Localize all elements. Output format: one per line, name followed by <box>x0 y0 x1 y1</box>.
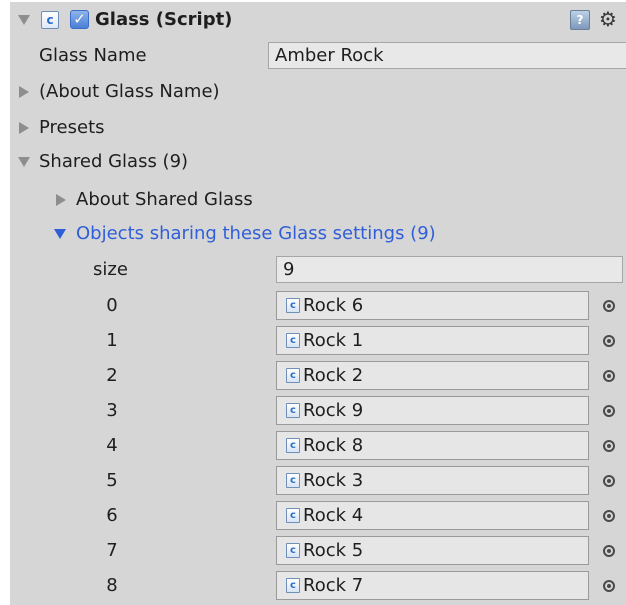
objects-sharing-label: Objects sharing these Glass settings (9) <box>76 223 436 244</box>
array-item-index: 2 <box>106 365 118 386</box>
object-picker-icon[interactable] <box>603 475 615 487</box>
about-shared-glass-label: About Shared Glass <box>76 189 253 210</box>
object-picker-icon[interactable] <box>603 300 615 312</box>
object-field-value: Rock 9 <box>303 400 364 421</box>
object-field-value: Rock 5 <box>303 540 364 561</box>
glass-name-row: Glass Name Amber Rock <box>10 38 626 73</box>
array-size-row: size 9 <box>10 252 626 287</box>
object-picker-icon[interactable] <box>603 580 615 592</box>
script-icon: c <box>286 543 300 558</box>
script-icon: c <box>286 333 300 348</box>
script-icon: c <box>41 11 59 29</box>
object-field[interactable]: c Rock 3 <box>276 466 589 495</box>
object-field[interactable]: c Rock 2 <box>276 361 589 390</box>
glass-name-field[interactable]: Amber Rock <box>268 42 626 69</box>
array-item-index: 6 <box>106 505 118 526</box>
object-field-value: Rock 1 <box>303 330 364 351</box>
object-field-value: Rock 7 <box>303 575 364 596</box>
about-shared-glass-foldout[interactable]: About Shared Glass <box>10 182 626 217</box>
array-size-label: size <box>93 259 128 280</box>
object-picker-icon[interactable] <box>603 440 615 452</box>
object-field[interactable]: c Rock 8 <box>276 431 589 460</box>
foldout-down-icon[interactable] <box>18 15 30 25</box>
object-field[interactable]: c Rock 7 <box>276 571 589 600</box>
object-picker-icon[interactable] <box>603 510 615 522</box>
object-field-value: Rock 3 <box>303 470 364 491</box>
foldout-right-icon[interactable] <box>56 194 66 206</box>
shared-glass-label: Shared Glass (9) <box>39 151 189 172</box>
script-icon: c <box>286 438 300 453</box>
array-item-row: 2 c Rock 2 <box>10 358 626 393</box>
object-picker-icon[interactable] <box>603 370 615 382</box>
object-field-value: Rock 8 <box>303 435 364 456</box>
shared-glass-foldout[interactable]: Shared Glass (9) <box>10 144 626 179</box>
array-item-index: 7 <box>106 540 118 561</box>
array-item-index: 0 <box>106 295 118 316</box>
array-item-row: 7 c Rock 5 <box>10 533 626 568</box>
array-item-index: 4 <box>106 435 118 456</box>
object-field[interactable]: c Rock 9 <box>276 396 589 425</box>
array-item-index: 1 <box>106 330 118 351</box>
object-picker-icon[interactable] <box>603 545 615 557</box>
foldout-down-icon[interactable] <box>18 157 30 167</box>
presets-foldout[interactable]: Presets <box>10 110 626 145</box>
object-field[interactable]: c Rock 6 <box>276 291 589 320</box>
help-icon[interactable]: ? <box>570 10 590 30</box>
object-field[interactable]: c Rock 5 <box>276 536 589 565</box>
array-item-row: 5 c Rock 3 <box>10 463 626 498</box>
enabled-checkbox[interactable]: ✓ <box>70 10 89 29</box>
script-icon: c <box>286 473 300 488</box>
component-header[interactable]: c ✓ Glass (Script) ? ⚙ <box>10 2 626 37</box>
object-field-value: Rock 2 <box>303 365 364 386</box>
array-item-index: 5 <box>106 470 118 491</box>
presets-label: Presets <box>39 117 105 138</box>
object-field-value: Rock 6 <box>303 295 364 316</box>
script-icon: c <box>286 368 300 383</box>
array-item-index: 3 <box>106 400 118 421</box>
array-size-field[interactable]: 9 <box>276 256 623 283</box>
object-picker-icon[interactable] <box>603 405 615 417</box>
array-item-index: 8 <box>106 575 118 596</box>
object-field[interactable]: c Rock 4 <box>276 501 589 530</box>
array-item-row: 0 c Rock 6 <box>10 288 626 323</box>
foldout-right-icon[interactable] <box>19 86 29 98</box>
script-icon: c <box>286 298 300 313</box>
array-item-row: 8 c Rock 7 <box>10 568 626 603</box>
array-item-row: 4 c Rock 8 <box>10 428 626 463</box>
about-glass-name-label: (About Glass Name) <box>39 81 220 102</box>
array-item-row: 3 c Rock 9 <box>10 393 626 428</box>
script-icon: c <box>286 578 300 593</box>
about-glass-name-foldout[interactable]: (About Glass Name) <box>10 74 626 109</box>
object-picker-icon[interactable] <box>603 335 615 347</box>
component-title: Glass (Script) <box>95 9 233 30</box>
array-item-row: 1 c Rock 1 <box>10 323 626 358</box>
gear-icon[interactable]: ⚙ <box>599 2 617 37</box>
foldout-down-icon[interactable] <box>54 229 66 239</box>
script-icon: c <box>286 508 300 523</box>
objects-sharing-foldout[interactable]: Objects sharing these Glass settings (9) <box>10 216 626 251</box>
array-item-row: 6 c Rock 4 <box>10 498 626 533</box>
foldout-right-icon[interactable] <box>19 122 29 134</box>
glass-name-label: Glass Name <box>39 45 147 66</box>
inspector-panel: c ✓ Glass (Script) ? ⚙ Glass Name Amber … <box>10 2 626 605</box>
object-field-value: Rock 4 <box>303 505 364 526</box>
object-field[interactable]: c Rock 1 <box>276 326 589 355</box>
script-icon: c <box>286 403 300 418</box>
